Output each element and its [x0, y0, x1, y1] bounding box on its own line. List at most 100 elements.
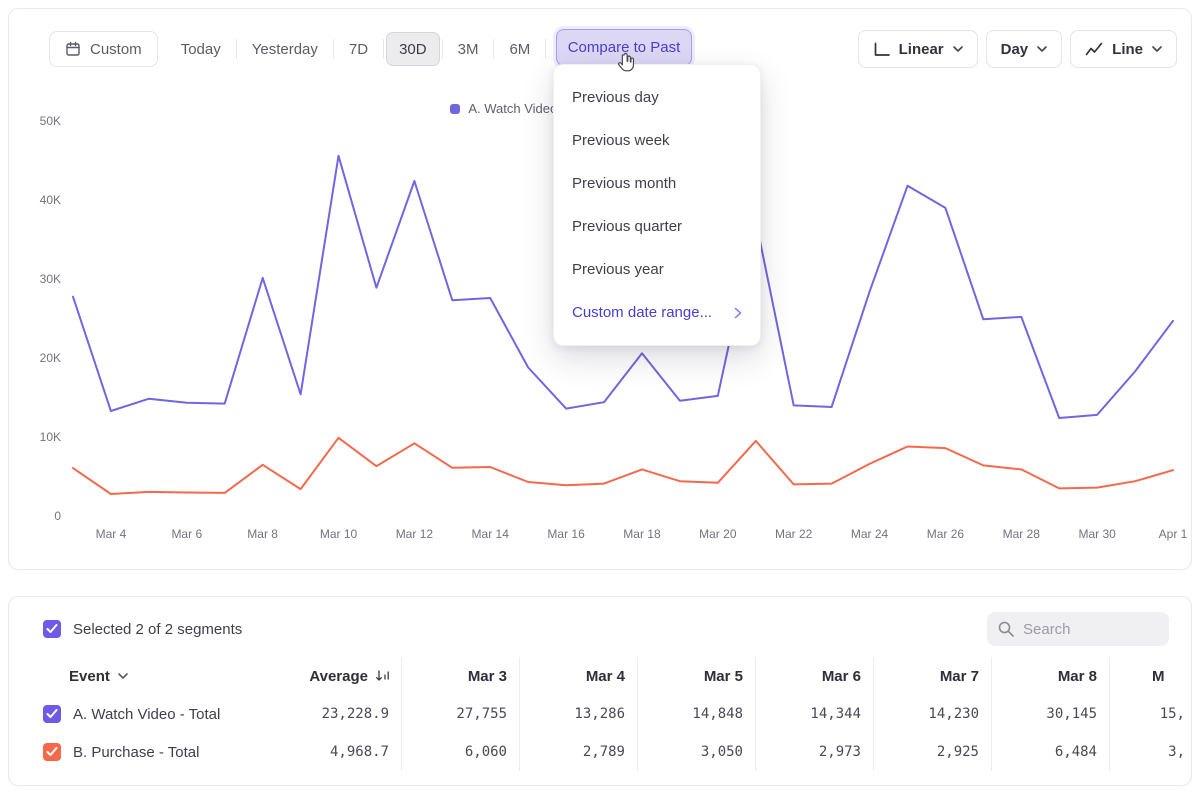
column-header-event[interactable]: Event — [9, 657, 289, 695]
column-header-mar-6: Mar 6 — [755, 657, 873, 695]
menu-item-previous-month[interactable]: Previous month — [554, 162, 760, 205]
table-row-event[interactable]: A. Watch Video - Total — [9, 695, 289, 733]
custom-date-button[interactable]: Custom — [49, 31, 158, 67]
column-header-average[interactable]: Average — [289, 657, 401, 695]
row-checkbox[interactable] — [43, 743, 61, 761]
x-axis-tick: Mar 4 — [96, 527, 127, 541]
compare-to-past-button[interactable]: Compare to Past — [556, 29, 692, 66]
chevron-down-icon — [1152, 46, 1162, 52]
calendar-icon — [65, 41, 81, 57]
value-cell: 2,925 — [873, 733, 991, 771]
value-cell: 30,145 — [991, 695, 1109, 733]
line-dropdown-button[interactable]: Line — [1070, 30, 1177, 68]
x-axis-tick: Mar 20 — [699, 527, 737, 541]
menu-item-label: Previous week — [572, 132, 670, 149]
x-axis-tick: Mar 30 — [1078, 527, 1116, 541]
menu-item-previous-week[interactable]: Previous week — [554, 119, 760, 162]
x-axis-tick: Mar 28 — [1003, 527, 1041, 541]
range-button-3m[interactable]: 3M — [445, 32, 492, 66]
column-header-clipped: M — [1109, 657, 1191, 695]
value-cell: 14,344 — [755, 695, 873, 733]
separator — [493, 39, 494, 59]
value-cell: 6,060 — [401, 733, 519, 771]
linear-label: Linear — [899, 41, 944, 58]
chevron-down-icon — [118, 673, 128, 679]
menu-item-label: Previous month — [572, 175, 676, 192]
axis-icon — [873, 42, 890, 57]
column-header-mar-4: Mar 4 — [519, 657, 637, 695]
column-header-mar-7: Mar 7 — [873, 657, 991, 695]
value-cell: 23,228.9 — [289, 695, 401, 733]
menu-item-label: Custom date range... — [572, 304, 712, 321]
row-label: A. Watch Video - Total — [73, 706, 220, 723]
range-button-today[interactable]: Today — [168, 32, 234, 66]
selection-label: Selected 2 of 2 segments — [73, 621, 242, 638]
chevron-down-icon — [1037, 46, 1047, 52]
value-cell: 27,755 — [401, 695, 519, 733]
y-axis-tick: 30K — [40, 272, 61, 286]
menu-item-previous-year[interactable]: Previous year — [554, 248, 760, 291]
series-line-purchase[interactable] — [73, 438, 1173, 494]
row-label: B. Purchase - Total — [73, 744, 199, 761]
segments-header-bar: Selected 2 of 2 segments — [43, 611, 1169, 647]
row-checkbox[interactable] — [43, 705, 61, 723]
separator — [442, 39, 443, 59]
linear-dropdown-button[interactable]: Linear — [858, 30, 978, 68]
range-button-30d[interactable]: 30D — [386, 32, 440, 66]
chevron-right-icon — [734, 307, 742, 319]
menu-item-custom-date-range[interactable]: Custom date range... — [554, 291, 760, 334]
line-chart-icon — [1085, 42, 1103, 56]
x-axis-tick: Mar 22 — [775, 527, 813, 541]
search-icon — [997, 620, 1015, 638]
x-axis-tick: Mar 26 — [927, 527, 965, 541]
separator — [333, 39, 334, 59]
y-axis-tick: 0 — [54, 509, 61, 523]
value-cell: 4,968.7 — [289, 733, 401, 771]
x-axis-tick: Mar 14 — [472, 527, 510, 541]
x-axis-tick: Apr 1 — [1159, 527, 1188, 541]
range-button-7d[interactable]: 7D — [336, 32, 381, 66]
value-cell: 6,484 — [991, 733, 1109, 771]
x-axis-tick: Mar 8 — [247, 527, 278, 541]
value-cell: 14,230 — [873, 695, 991, 733]
menu-item-label: Previous day — [572, 89, 659, 106]
y-axis-tick: 50K — [40, 114, 61, 128]
y-axis-tick: 20K — [40, 351, 61, 365]
value-cell: 2,789 — [519, 733, 637, 771]
line-label: Line — [1112, 41, 1143, 58]
select-all-checkbox[interactable] — [43, 620, 61, 638]
value-cell: 2,973 — [755, 733, 873, 771]
menu-item-label: Previous year — [572, 261, 664, 278]
menu-item-label: Previous quarter — [572, 218, 682, 235]
legend-swatch — [450, 104, 460, 114]
x-axis-tick: Mar 24 — [851, 527, 889, 541]
custom-label: Custom — [90, 41, 142, 58]
menu-item-previous-day[interactable]: Previous day — [554, 76, 760, 119]
menu-item-previous-quarter[interactable]: Previous quarter — [554, 205, 760, 248]
day-dropdown-button[interactable]: Day — [986, 30, 1063, 68]
search-input[interactable] — [1023, 621, 1159, 638]
separator — [236, 39, 237, 59]
y-axis-tick: 40K — [40, 193, 61, 207]
value-cell: 13,286 — [519, 695, 637, 733]
compare-to-past-menu: Previous day Previous week Previous month P… — [553, 64, 761, 346]
x-axis-tick: Mar 16 — [547, 527, 585, 541]
x-axis-tick: Mar 10 — [320, 527, 358, 541]
column-header-mar-5: Mar 5 — [637, 657, 755, 695]
y-axis-tick: 10K — [40, 430, 61, 444]
table-row-event[interactable]: B. Purchase - Total — [9, 733, 289, 771]
column-header-mar-3: Mar 3 — [401, 657, 519, 695]
date-range-group: TodayYesterday7D30D3M6M12M — [168, 32, 604, 66]
sort-icon[interactable] — [375, 669, 391, 683]
value-cell: 14,848 — [637, 695, 755, 733]
column-header-mar-8: Mar 8 — [991, 657, 1109, 695]
x-axis-tick: Mar 18 — [623, 527, 661, 541]
x-axis-tick: Mar 12 — [396, 527, 434, 541]
search-box[interactable] — [987, 612, 1169, 646]
range-button-yesterday[interactable]: Yesterday — [239, 32, 331, 66]
range-button-6m[interactable]: 6M — [496, 32, 543, 66]
value-cell: 3, — [1109, 733, 1191, 771]
value-cell: 3,050 — [637, 733, 755, 771]
separator — [545, 39, 546, 59]
value-cell: 15, — [1109, 695, 1191, 733]
